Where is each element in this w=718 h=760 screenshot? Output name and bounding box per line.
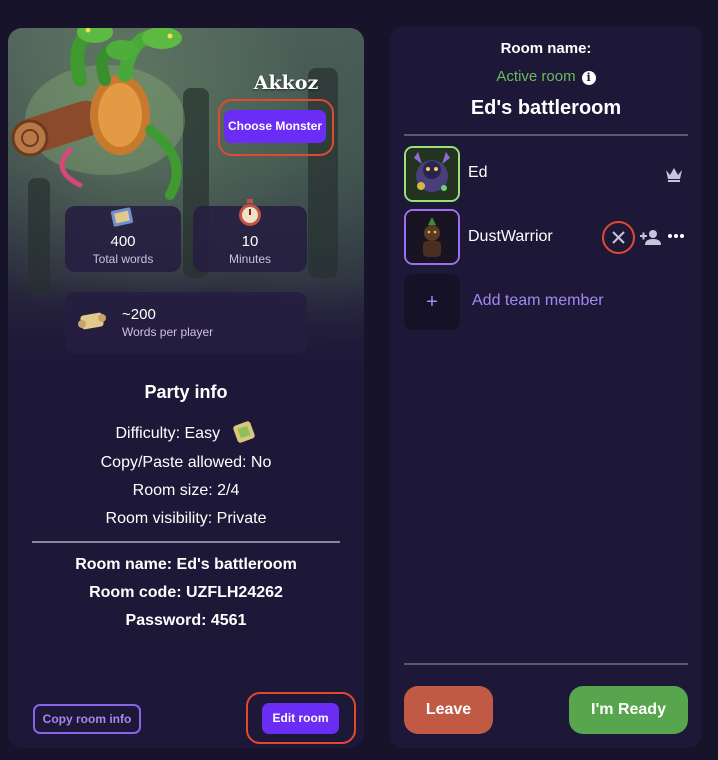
choose-monster-button[interactable]: Choose Monster xyxy=(224,110,326,143)
total-words-label: Total words xyxy=(92,252,154,266)
minutes-card: 10 Minutes xyxy=(193,199,307,272)
divider xyxy=(404,663,688,665)
remove-member-icon[interactable] xyxy=(610,229,627,246)
words-per-player-card: ~200 Words per player xyxy=(65,292,307,354)
member-name-ed: Ed xyxy=(468,164,488,181)
crown-icon xyxy=(666,168,682,182)
room-panel: Room name: Active room i Ed's battleroom … xyxy=(390,26,702,748)
avatar-image xyxy=(406,148,458,200)
add-team-member-link[interactable]: Add team member xyxy=(472,292,604,310)
room-name-label: Room name: xyxy=(500,40,592,57)
total-words-card: 400 Total words xyxy=(65,206,181,272)
difficulty-scroll-icon xyxy=(232,421,255,443)
words-per-player-value: ~200 xyxy=(122,306,156,323)
add-member-button[interactable]: + xyxy=(404,274,460,330)
difficulty-text: Difficulty: Easy xyxy=(115,425,221,442)
member-name-dustwarrior: DustWarrior xyxy=(468,228,553,245)
ready-button[interactable]: I'm Ready xyxy=(569,686,688,734)
room-code-line: Room code: UZFLH24262 xyxy=(89,584,283,601)
party-info-title: Party info xyxy=(144,382,228,402)
more-icon[interactable] xyxy=(667,232,685,240)
monster-name: Akkoz xyxy=(253,72,319,94)
active-room-text: Active room xyxy=(496,68,576,85)
room-details-panel: Akkoz Choose Monster 400 Total words 10 … xyxy=(8,28,364,748)
minutes-value: 10 xyxy=(241,233,259,250)
words-per-player-label: Words per player xyxy=(122,325,214,339)
info-icon[interactable]: i xyxy=(581,71,596,85)
stopwatch-icon xyxy=(239,199,261,226)
avatar-ed[interactable] xyxy=(404,146,460,202)
total-words-value: 400 xyxy=(110,233,136,250)
copy-paste-line: Copy/Paste allowed: No xyxy=(100,454,272,471)
avatar-dustwarrior[interactable] xyxy=(404,209,460,265)
room-name-line: Room name: Ed's battleroom xyxy=(75,556,297,573)
avatar-image xyxy=(406,211,458,263)
divider xyxy=(32,541,340,543)
difficulty-line: Difficulty: Easy xyxy=(8,420,364,444)
minutes-label: Minutes xyxy=(228,252,272,266)
monster-portrait xyxy=(11,28,185,200)
room-visibility-line: Room visibility: Private xyxy=(105,510,267,527)
password-line: Password: 4561 xyxy=(125,612,247,629)
edit-room-button[interactable]: Edit room xyxy=(262,703,339,734)
room-size-line: Room size: 2/4 xyxy=(132,482,240,499)
divider xyxy=(404,134,688,136)
map-icon xyxy=(110,207,134,227)
room-title: Ed's battleroom xyxy=(470,97,622,119)
add-friend-icon[interactable] xyxy=(640,228,662,246)
room-status: Active room i xyxy=(390,68,702,85)
scroll-icon xyxy=(78,312,106,330)
copy-room-info-button[interactable]: Copy room info xyxy=(33,704,141,734)
leave-button[interactable]: Leave xyxy=(404,686,493,734)
